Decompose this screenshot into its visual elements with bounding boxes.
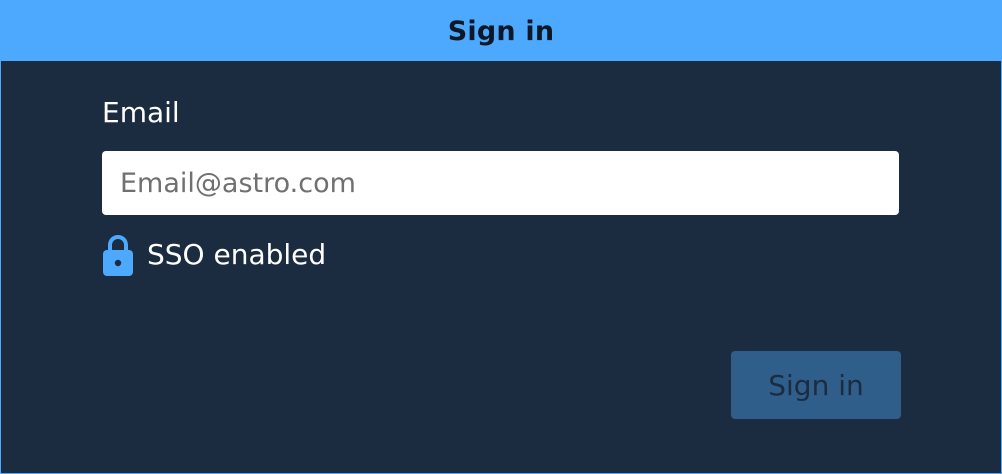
lock-icon	[102, 233, 134, 277]
dialog-title: Sign in	[447, 15, 555, 47]
sso-label: SSO enabled	[147, 238, 327, 271]
email-field[interactable]	[102, 151, 899, 215]
sign-in-dialog: Sign in Email SSO enabled Sign in	[0, 0, 1002, 474]
email-label: Email	[102, 96, 180, 129]
dialog-titlebar: Sign in	[1, 1, 1001, 61]
sso-status: SSO enabled	[102, 233, 326, 277]
sign-in-button[interactable]: Sign in	[731, 351, 901, 419]
